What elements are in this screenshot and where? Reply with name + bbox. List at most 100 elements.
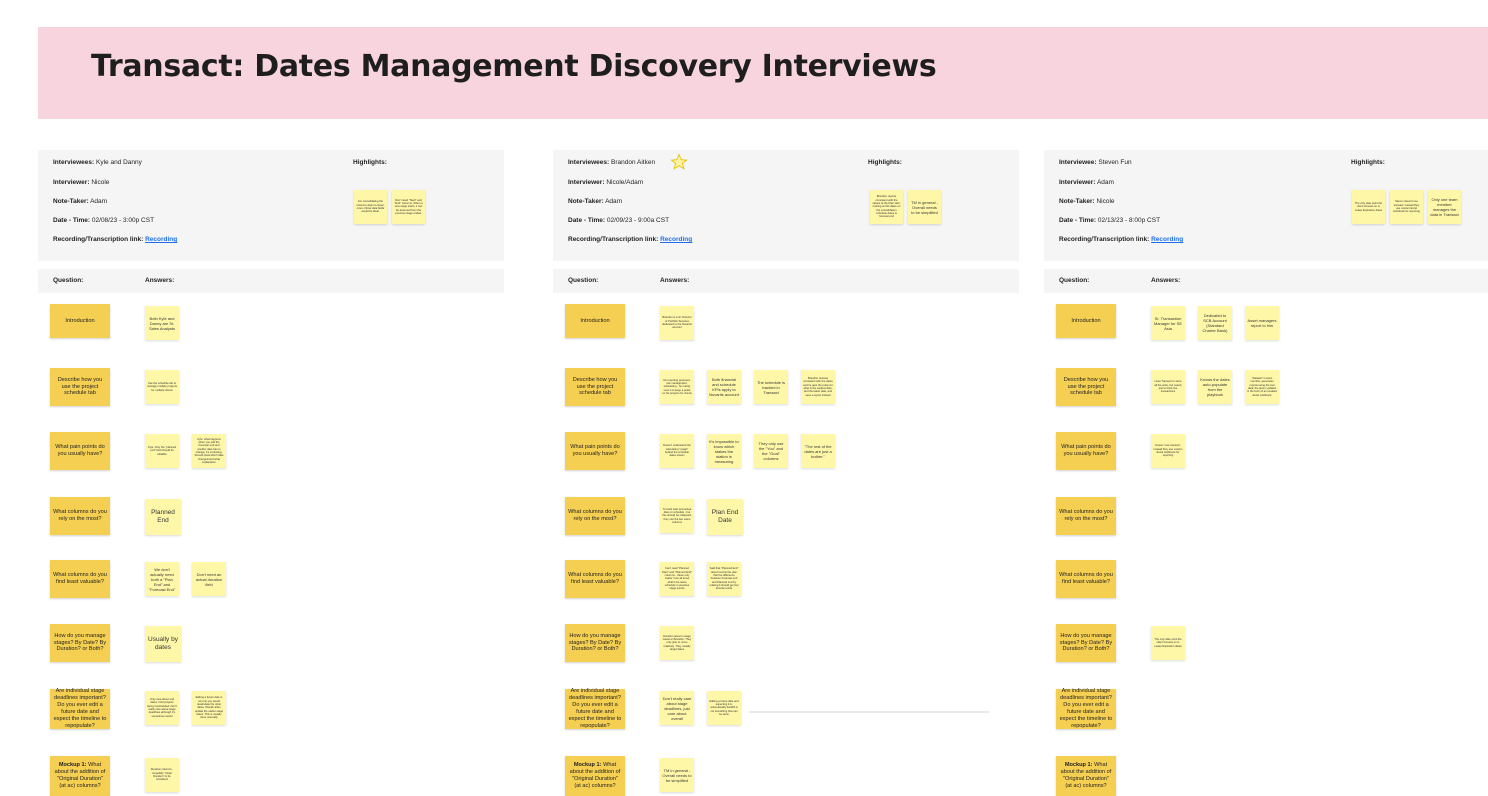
recording-link[interactable]: Recording [660,236,692,243]
recording-link[interactable]: Recording [1151,236,1183,243]
answer-sticky-note[interactable]: Don't really care about stage deadlines,… [660,691,694,725]
question-sticky-rely[interactable]: What columns do you rely on the most? [565,497,625,535]
interviewer-row: Interviewer: Nicole/Adam [568,179,643,186]
row-label: Interviewer: [1059,179,1096,186]
answer-sticky-note[interactable]: The schedule is tracked in Transact [754,370,788,404]
answer-sticky-note[interactable]: TM in general - Overall needs to be simp… [660,758,694,792]
question-sticky-deadlines[interactable]: Are individual stage deadlines important… [1056,688,1116,729]
interview-frame: Interviewees: Brandon Aitken Interviewer:… [553,150,1019,796]
answer-sticky-note[interactable]: Can't read "Planned Start" and "Planned … [660,562,694,596]
question-sticky-introduction[interactable]: Introduction [50,304,110,338]
answer-sticky-note[interactable]: Uses Transact to store all the work, but… [1151,370,1185,404]
highlights-label: Highlights: [1351,159,1385,166]
qa-header: Question: Answers: [553,269,1019,293]
recording-row: Recording/Transcription link: Recording [568,236,692,243]
answer-sticky-note[interactable]: Knows the dates auto-populate from the p… [1198,370,1232,404]
question-sticky-least[interactable]: What columns do you find least valuable? [565,560,625,598]
recording-row: Recording/Transcription link: Recording [1059,236,1183,243]
answer-sticky-note[interactable]: No reporting purposes, risk management, … [660,370,694,404]
interview-frame: Interviewees: Kyle and Danny Interviewer:… [38,150,504,796]
answer-sticky-note[interactable]: We don't actually need both a "Plan End"… [145,562,179,596]
row-label: Recording/Transcription link: [53,236,144,243]
question-sticky-stages[interactable]: How do you manage stages? By Date? By Du… [565,624,625,662]
answer-sticky-note[interactable]: Sr. Transaction Manager for SE Asia [1151,306,1185,340]
question-sticky-describe[interactable]: Describe how you use the project schedul… [1056,368,1116,406]
question-sticky-mockup[interactable]: Mockup 1: What about the addition of "Or… [565,756,625,796]
answer-sticky-note[interactable]: Kyle: what happens when you edit the For… [192,434,226,468]
question-sticky-least[interactable]: What columns do you find least valuable? [1056,560,1116,598]
question-sticky-mockup[interactable]: Mockup 1: What about the addition of "Or… [1056,756,1116,796]
answer-sticky-note[interactable]: The only date point the client focuses o… [1151,626,1185,660]
answer-sticky-note[interactable]: Said that "Planned End" doesn't know the… [707,562,741,596]
interviewees-row: Interviewee: Steven Fun [1059,159,1132,166]
highlight-sticky-note[interactable]: The only date point the client focuses o… [1352,190,1385,224]
answer-sticky-note[interactable]: Usually by dates [145,626,181,662]
highlight-sticky-note[interactable]: Steven doesn't use transact; instead the… [1390,190,1423,224]
answer-sticky-note[interactable]: "The rest of the dates are just a bother… [801,434,835,468]
answer-sticky-note[interactable]: Doesn't use transact; instead they use c… [1151,434,1185,468]
highlight-sticky-note[interactable]: For consolidating the columns down to fe… [354,190,387,224]
question-sticky-pain[interactable]: What pain points do you usually have? [1056,432,1116,470]
row-label: Date - Time: [568,217,606,224]
answer-sticky-note[interactable]: Brandon reviews consistent with the date… [801,370,835,404]
row-label: Recording/Transcription link: [568,236,659,243]
row-value: 02/08/23 - 3:00p CST [91,217,155,224]
answer-sticky-note[interactable]: Planned End [145,499,181,535]
highlight-sticky-note[interactable]: Only one team member manages the data in… [1428,190,1461,224]
answer-sticky-note[interactable]: Editing a future date is not one you wou… [192,691,226,725]
question-sticky-deadlines[interactable]: Are individual stage deadlines important… [565,688,625,729]
answer-sticky-note[interactable]: To track start and actual date on schedu… [660,499,694,533]
question-sticky-introduction[interactable]: Introduction [1056,304,1116,338]
mockup-label: Mockup 1: [573,762,602,769]
answer-sticky-note[interactable]: Duration doesn't usage cause to Brandon.… [660,626,694,660]
answer-sticky-note[interactable]: Use the schedule tab to manage multiple … [145,370,179,404]
highlight-sticky-note[interactable]: Brandon reports consistent with the valu… [870,190,903,224]
question-sticky-pain[interactable]: What pain points do you usually have? [50,432,110,470]
question-sticky-rely[interactable]: What columns do you rely on the most? [1056,497,1116,535]
highlights-label: Highlights: [353,159,387,166]
interview-frame: Interviewee: Steven Fun Interviewer: Adam… [1044,150,1488,796]
answer-sticky-note[interactable]: Both financial and schedule KPIs apply t… [707,370,741,404]
answer-sticky-note[interactable]: "Dataset" is team member, generates repo… [1245,370,1279,404]
qa-header: Question: Answers: [38,269,504,293]
answers-column-header: Answers: [660,277,690,284]
row-value: 02/13/23 - 8:00p CST [1097,217,1161,224]
mockup-label: Mockup 1: [58,762,87,769]
recording-link[interactable]: Recording [145,236,177,243]
question-sticky-stages[interactable]: How do you manage stages? By Date? By Du… [1056,624,1116,662]
highlight-sticky-note[interactable]: TM in general - Overall needs to be simp… [908,190,941,224]
answer-sticky-note[interactable]: Dedicated to SCB Account (Standard Chart… [1198,306,1232,340]
answer-sticky-note[interactable]: Only care about end dates, hold projects… [145,691,179,725]
question-sticky-pain[interactable]: What pain points do you usually have? [565,432,625,470]
row-label: Interviewer: [568,179,605,186]
question-sticky-stages[interactable]: How do you manage stages? By Date? By Du… [50,624,110,662]
answers-column-header: Answers: [1151,277,1181,284]
answer-sticky-note[interactable]: They only use the "You" and the "Goal" c… [754,434,788,468]
question-sticky-introduction[interactable]: Introduction [565,304,625,338]
recording-row: Recording/Transcription link: Recording [53,236,177,243]
question-sticky-describe[interactable]: Describe how you use the project schedul… [50,368,110,406]
row-label: Recording/Transcription link: [1059,236,1150,243]
answer-sticky-note[interactable]: It's impossible to know which stakes the… [707,434,741,468]
answer-sticky-note[interactable]: Don't need an actual duration field [192,562,226,596]
interviewer-row: Interviewer: Nicole [53,179,109,186]
question-sticky-describe[interactable]: Describe how you use the project schedul… [565,368,625,406]
answer-sticky-note[interactable]: Plan End Date [707,499,743,535]
highlight-sticky-note[interactable]: Don't need "Start" and "End" columns. Wh… [392,190,425,224]
question-sticky-least[interactable]: What columns do you find least valuable? [50,560,110,598]
question-sticky-deadlines[interactable]: Are individual stage deadlines important… [50,688,110,729]
answer-sticky-note[interactable]: Kyle: Only the "planned end" field shoul… [145,434,179,468]
interviewees-row: Interviewees: Kyle and Danny [53,159,142,166]
answer-sticky-note[interactable]: Editing a future date and expecting it t… [707,691,741,725]
row-label: Interviewee: [1059,159,1097,166]
question-sticky-rely[interactable]: What columns do you rely on the most? [50,497,110,535]
answer-sticky-note[interactable]: Doesn't understand the calculating "magi… [660,434,694,468]
question-sticky-mockup[interactable]: Mockup 1: What about the addition of "Or… [50,756,110,796]
interview-info-card: Interviewees: Brandon Aitken Interviewer:… [553,150,1019,261]
answer-sticky-note[interactable]: Brandon is a Sr. Director of Portfolio S… [660,306,694,340]
answer-sticky-note[interactable]: Duration columns - Hopefully "Initial Du… [145,758,179,792]
answer-sticky-note[interactable]: Asset managers report to him [1245,306,1279,340]
question-column-header: Question: [53,277,84,284]
row-value: Adam [90,198,108,205]
answer-sticky-note[interactable]: Both Kyle and Danny are Sr. Sales Analys… [145,306,179,340]
